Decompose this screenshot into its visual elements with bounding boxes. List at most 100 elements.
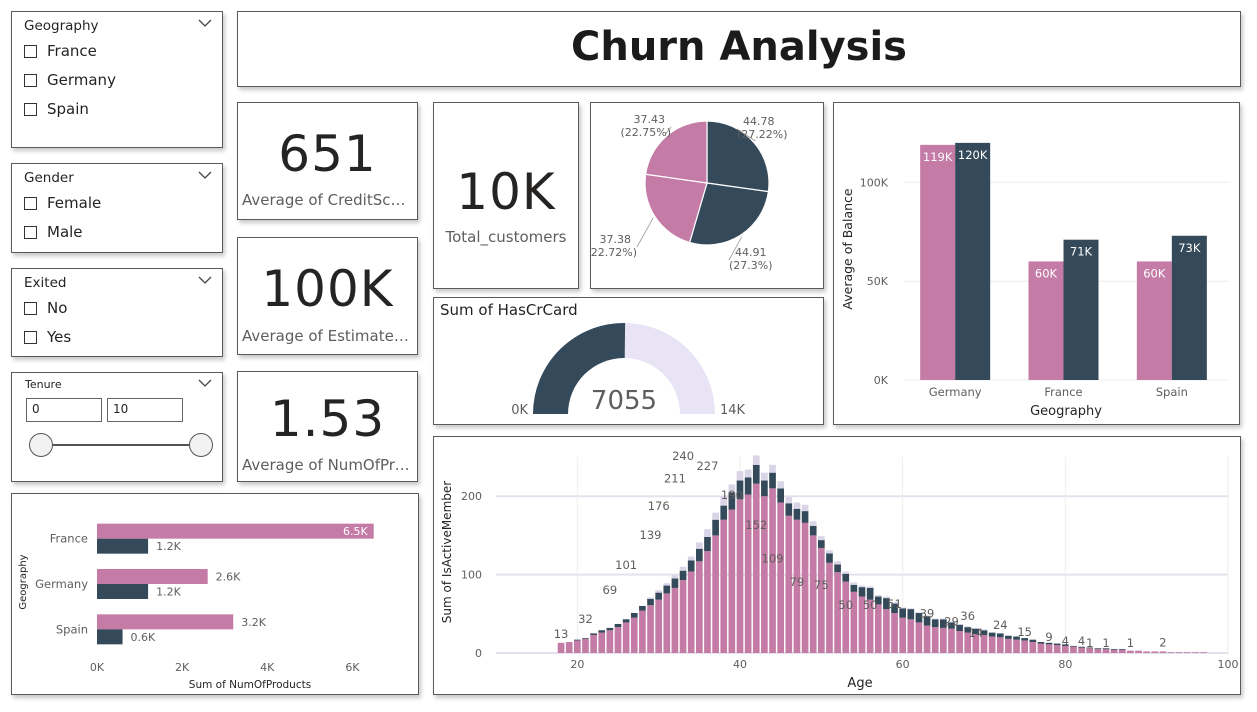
bar	[1053, 645, 1061, 653]
bar	[671, 587, 679, 653]
chevron-down-icon[interactable]	[198, 18, 212, 28]
bar	[647, 597, 654, 599]
checkbox[interactable]	[24, 225, 37, 239]
tenure-slider-track[interactable]	[42, 444, 202, 446]
slicer-option-no[interactable]: No	[24, 298, 67, 318]
bar	[1175, 652, 1183, 653]
bar	[744, 477, 752, 495]
checkbox[interactable]	[24, 102, 37, 116]
data-label: 211	[664, 472, 686, 486]
checkbox[interactable]	[24, 44, 37, 58]
slicer-title: Gender	[24, 170, 74, 186]
bar	[955, 142, 991, 380]
x-tick-label: 20	[570, 658, 584, 671]
bar	[809, 521, 817, 526]
bar	[850, 584, 858, 592]
x-tick-label: 0K	[90, 661, 105, 674]
chevron-down-icon[interactable]	[198, 275, 212, 285]
bar	[931, 627, 939, 653]
bar	[712, 512, 719, 520]
checkbox[interactable]	[24, 301, 37, 315]
data-label: 50	[838, 598, 853, 612]
bar	[801, 511, 809, 523]
checkbox[interactable]	[24, 330, 37, 344]
bar	[858, 585, 866, 588]
pie-value-label: 37.38	[600, 233, 632, 246]
bar	[1070, 646, 1077, 653]
bar	[744, 469, 752, 478]
bar	[704, 529, 711, 537]
data-label: 227	[696, 459, 718, 473]
tenure-min-input[interactable]: 0	[26, 398, 102, 422]
bar-value-label: 71K	[1070, 245, 1093, 259]
bar	[1192, 652, 1199, 653]
y-tick-label: France	[50, 532, 88, 546]
x-tick-label: 60	[896, 658, 910, 671]
x-tick-label: Germany	[929, 385, 982, 399]
x-tick-label: Spain	[1156, 385, 1188, 399]
slicer-option-male[interactable]: Male	[24, 222, 83, 242]
bar	[582, 638, 589, 653]
bar	[1118, 649, 1126, 653]
balance-bar-chart: 0K 50K 100K 119K 120K Germany 60K 71K France 60K 7…	[840, 142, 1229, 419]
bar	[883, 609, 890, 653]
tenure-slider-max-handle[interactable]	[189, 433, 213, 457]
chevron-down-icon[interactable]	[198, 378, 212, 388]
data-label: 39	[920, 606, 935, 620]
data-label: 2	[1159, 635, 1166, 649]
bar	[988, 632, 996, 637]
bar	[931, 619, 939, 628]
checkbox[interactable]	[24, 73, 37, 87]
bar-value-label: 60K	[1143, 266, 1166, 280]
option-label: France	[47, 42, 97, 60]
y-axis-title: Sum of IsActiveMember	[440, 481, 454, 623]
y-tick-label: 100K	[860, 176, 889, 189]
bar	[956, 631, 963, 653]
x-axis-title: Age	[847, 676, 872, 691]
slicer-option-france[interactable]: France	[24, 41, 97, 61]
kpi-label: Average of CreditScore	[242, 191, 415, 209]
bar	[606, 627, 614, 631]
bar	[1171, 235, 1207, 380]
bar	[1118, 649, 1126, 650]
gender-slicer: Gender Female Male	[11, 163, 223, 253]
slicer-option-yes[interactable]: Yes	[24, 327, 71, 347]
bar	[655, 592, 663, 600]
bar	[777, 488, 785, 503]
tenure-slider-min-handle[interactable]	[29, 433, 53, 457]
bar	[752, 483, 760, 653]
data-label: 32	[578, 612, 593, 626]
geography-slicer: Geography France Germany Spain	[11, 11, 223, 148]
y-tick-label: Germany	[35, 577, 88, 591]
bar	[720, 505, 728, 520]
bar	[793, 508, 801, 520]
pie-leader-line	[636, 217, 654, 248]
bar	[1151, 651, 1159, 653]
tenure-max-input[interactable]: 10	[107, 398, 183, 422]
bar-value-label: 2.6K	[216, 571, 241, 584]
slicer-option-female[interactable]: Female	[24, 193, 101, 213]
bar	[1063, 239, 1099, 380]
bar	[687, 571, 695, 653]
bar	[720, 519, 728, 653]
bar	[809, 525, 817, 536]
chevron-down-icon[interactable]	[198, 170, 212, 180]
data-label: 1	[1102, 636, 1109, 650]
bar	[695, 542, 703, 549]
checkbox[interactable]	[24, 196, 37, 210]
bar	[704, 536, 711, 552]
title-card: Churn Analysis	[237, 11, 1241, 87]
bar	[736, 499, 744, 653]
pie-chart: 44.78(27.22%) 44.91(27.3%) 37.38(22.72%) 37…	[591, 113, 788, 272]
bar-value-label: 119K	[923, 150, 953, 164]
slicer-option-germany[interactable]: Germany	[24, 70, 116, 90]
bar	[752, 464, 760, 484]
bar	[1045, 644, 1053, 653]
gauge-chart: 7055 0K 14K	[511, 323, 746, 418]
bar	[663, 585, 671, 594]
bar	[590, 633, 597, 635]
bar	[785, 503, 793, 516]
bar	[907, 609, 915, 620]
slicer-option-spain[interactable]: Spain	[24, 99, 89, 119]
y-tick-label: 50K	[867, 275, 889, 288]
